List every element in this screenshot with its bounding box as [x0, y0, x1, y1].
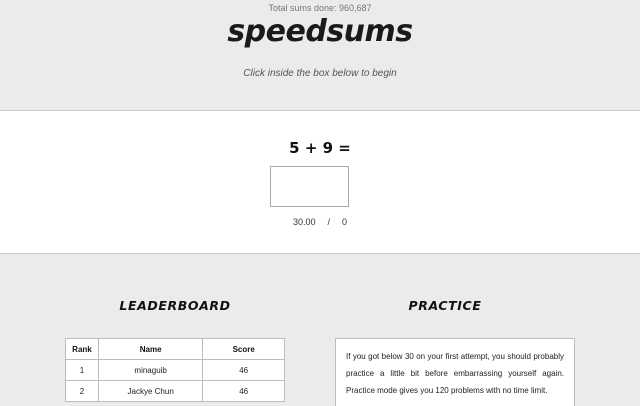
score-value: 0	[342, 217, 348, 227]
leaderboard-title: LEADERBOARD	[119, 298, 231, 313]
column-header-name: Name	[97, 338, 204, 360]
answer-input[interactable]	[270, 166, 349, 207]
timer-separator: /	[327, 217, 331, 227]
begin-instruction: Click inside the box below to begin	[243, 68, 397, 79]
math-problem: 5 + 9 =	[289, 139, 351, 157]
practice-description: If you got below 30 on your first attemp…	[335, 338, 575, 406]
name-cell: Jackye Chun	[97, 380, 204, 402]
practice-title[interactable]: PRACTICE	[335, 298, 555, 313]
timer-value: 30.00	[292, 217, 316, 227]
header-section: Total sums done: 960,687 speedsums Click…	[0, 0, 640, 111]
name-cell: minaguib	[97, 359, 204, 381]
rank-cell: 1	[65, 359, 99, 381]
table-header-row: Rank Name Score	[65, 338, 285, 360]
leaderboard-table: Rank Name Score 1 minaguib 46 2 Jackye C…	[65, 338, 285, 402]
total-sums-counter: Total sums done: 960,687	[268, 3, 372, 13]
rank-cell: 2	[65, 380, 99, 402]
timer-score-readout: 30.00 / 0	[0, 217, 640, 227]
score-cell: 46	[202, 359, 285, 381]
table-row: 1 minaguib 46	[65, 359, 285, 381]
column-header-rank: Rank	[65, 338, 99, 360]
column-header-score: Score	[202, 338, 285, 360]
info-section: LEADERBOARD PRACTICE Rank Name Score 1 m…	[0, 254, 640, 406]
game-area: 5 + 9 = 30.00 / 0	[0, 111, 640, 254]
score-cell: 46	[202, 380, 285, 402]
site-logo[interactable]: speedsums	[0, 14, 640, 49]
table-row: 2 Jackye Chun 46	[65, 380, 285, 402]
